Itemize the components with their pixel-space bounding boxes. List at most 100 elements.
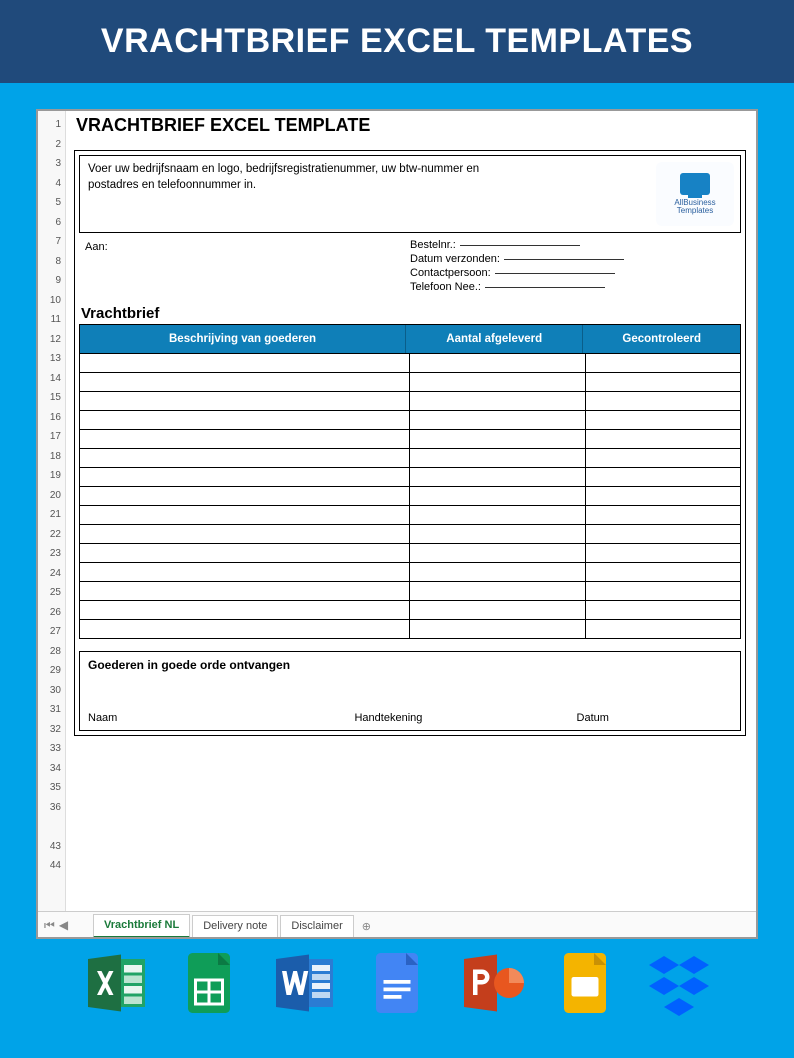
receipt-box: Goederen in goede orde ontvangen Naam Ha… <box>79 651 741 731</box>
tab-disclaimer[interactable]: Disclaimer <box>280 915 353 937</box>
table-cell <box>586 391 740 410</box>
tab-add[interactable]: ⊕ <box>356 916 377 937</box>
table-cell <box>586 372 740 391</box>
table-cell <box>410 543 586 562</box>
bestelnr-blank <box>460 245 580 246</box>
table-cell <box>586 581 740 600</box>
row-number: 8 <box>38 252 65 272</box>
table-cell <box>410 505 586 524</box>
table-cell <box>586 353 740 372</box>
table-cell <box>410 353 586 372</box>
row-number: 32 <box>38 720 65 740</box>
row-number <box>38 817 65 837</box>
row-number: 1 <box>38 115 65 135</box>
row-number: 5 <box>38 193 65 213</box>
excel-icon <box>79 947 151 1019</box>
receipt-title: Goederen in goede orde ontvangen <box>88 658 732 672</box>
banner: VRACHTBRIEF EXCEL TEMPLATES <box>0 0 794 83</box>
row-number: 36 <box>38 798 65 818</box>
table-cell <box>410 600 586 619</box>
table-cell <box>586 543 740 562</box>
table-cell <box>586 448 740 467</box>
table-cell <box>410 391 586 410</box>
document-outer-border: Voer uw bedrijfsnaam en logo, bedrijfsre… <box>74 150 746 736</box>
nav-first-icon[interactable]: ⏮ <box>44 918 55 933</box>
contact-label: Contactpersoon: <box>410 267 491 279</box>
row-number: 23 <box>38 544 65 564</box>
row-number: 22 <box>38 525 65 545</box>
datum-label: Datum verzonden: <box>410 253 500 265</box>
row-numbers: 1234567891011121314151617181920212223242… <box>38 111 66 937</box>
sig-handtekening: Handtekening <box>354 712 576 724</box>
row-number: 30 <box>38 681 65 701</box>
row-number: 4 <box>38 174 65 194</box>
row-number: 3 <box>38 154 65 174</box>
table-cell <box>586 505 740 524</box>
table-cell <box>80 505 410 524</box>
table-cell <box>410 410 586 429</box>
document-title: VRACHTBRIEF EXCEL TEMPLATE <box>76 115 746 136</box>
row-number: 15 <box>38 388 65 408</box>
powerpoint-icon <box>455 947 527 1019</box>
table-row <box>80 410 740 429</box>
meta-row: Aan: Bestelnr.: Datum verzonden: Contact… <box>79 237 741 295</box>
table-cell <box>80 524 410 543</box>
table-row <box>80 448 740 467</box>
table-cell <box>80 619 410 638</box>
section-title: Vrachtbrief <box>81 305 745 322</box>
tab-nav-arrows[interactable]: ⏮ ◀ <box>44 918 68 933</box>
table-cell <box>80 372 410 391</box>
aan-label: Aan: <box>85 241 108 253</box>
table-cell <box>80 391 410 410</box>
table-cell <box>80 486 410 505</box>
table-row <box>80 505 740 524</box>
table-row <box>80 543 740 562</box>
tel-label: Telefoon Nee.: <box>410 281 481 293</box>
row-number: 43 <box>38 837 65 857</box>
table-cell <box>80 543 410 562</box>
tab-vrachtbrief-nl[interactable]: Vrachtbrief NL <box>93 914 190 938</box>
sig-naam: Naam <box>88 712 354 724</box>
table-cell <box>80 467 410 486</box>
sheets-icon <box>173 947 245 1019</box>
table-cell <box>410 619 586 638</box>
table-cell <box>410 429 586 448</box>
row-number: 19 <box>38 466 65 486</box>
table-row <box>80 353 740 372</box>
table-cell <box>410 562 586 581</box>
stage: 1234567891011121314151617181920212223242… <box>0 83 794 1019</box>
monitor-icon <box>680 173 710 195</box>
datum-blank <box>504 259 624 260</box>
table-cell <box>410 448 586 467</box>
table-row <box>80 581 740 600</box>
company-header-box: Voer uw bedrijfsnaam en logo, bedrijfsre… <box>79 155 741 233</box>
company-instruction-text: Voer uw bedrijfsnaam en logo, bedrijfsre… <box>88 162 508 193</box>
document-area: VRACHTBRIEF EXCEL TEMPLATE Voer uw bedri… <box>66 111 756 937</box>
table-cell <box>410 486 586 505</box>
row-number: 25 <box>38 583 65 603</box>
table-row <box>80 486 740 505</box>
row-number: 34 <box>38 759 65 779</box>
table-body <box>80 353 740 638</box>
table-cell <box>586 467 740 486</box>
row-number: 13 <box>38 349 65 369</box>
col-header-qty: Aantal afgeleverd <box>406 325 583 353</box>
row-number: 12 <box>38 330 65 350</box>
table-cell <box>586 429 740 448</box>
word-icon <box>267 947 339 1019</box>
table-cell <box>80 429 410 448</box>
table-cell <box>586 619 740 638</box>
tab-delivery-note[interactable]: Delivery note <box>192 915 278 937</box>
table-row <box>80 600 740 619</box>
table-row <box>80 391 740 410</box>
nav-prev-icon[interactable]: ◀ <box>59 918 68 933</box>
table-cell <box>586 562 740 581</box>
row-number: 20 <box>38 486 65 506</box>
table-row <box>80 524 740 543</box>
table-cell <box>410 467 586 486</box>
table-row <box>80 562 740 581</box>
sig-datum: Datum <box>577 712 732 724</box>
meta-right: Bestelnr.: Datum verzonden: Contactperso… <box>410 237 741 295</box>
row-number: 35 <box>38 778 65 798</box>
table-cell <box>80 562 410 581</box>
